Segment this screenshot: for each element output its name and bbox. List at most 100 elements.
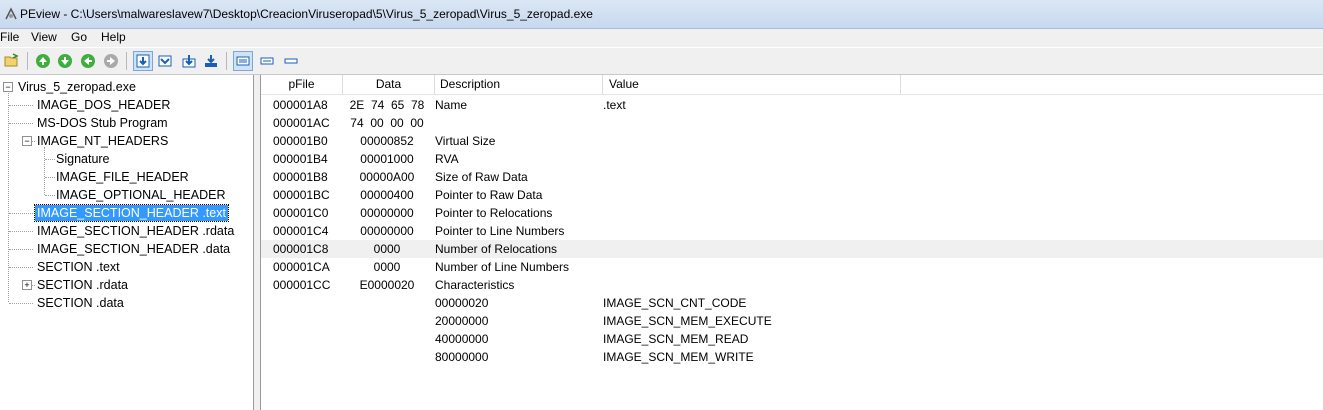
cell-desc: 40000000 (435, 332, 489, 346)
menu-go[interactable]: Go (71, 30, 87, 44)
tree-line (9, 123, 33, 124)
menu-help[interactable]: Help (101, 30, 126, 44)
table-row[interactable]: 00000020 IMAGE_SCN_CNT_CODE (261, 294, 1323, 312)
table-row[interactable]: 000001B8 00000A00 Size of Raw Data (261, 168, 1323, 186)
table-row[interactable]: 000001BC 00000400 Pointer to Raw Data (261, 186, 1323, 204)
table-row[interactable]: 000001C4 00000000 Pointer to Line Numbers (261, 222, 1323, 240)
cell-data: 2E 74 65 78 (349, 98, 425, 112)
tree-item-section-header-rdata[interactable]: IMAGE_SECTION_HEADER .rdata (35, 223, 236, 239)
table-row[interactable]: 40000000 IMAGE_SCN_MEM_READ (261, 330, 1323, 348)
menu-bar: File View Go Help (0, 29, 1323, 47)
column-header-data[interactable]: Data (343, 75, 435, 94)
forward-icon[interactable] (55, 51, 75, 71)
cell-desc: Pointer to Line Numbers (435, 224, 565, 238)
cell-value: IMAGE_SCN_MEM_WRITE (603, 350, 754, 364)
cell-pfile: 000001C0 (273, 206, 329, 220)
detail-list[interactable]: pFile Data Description Value 000001A8 2E … (261, 75, 1323, 410)
title-bar: PEview - C:\Users\malwareslavew7\Desktop… (0, 0, 1323, 29)
tree-item-image-dos-header[interactable]: IMAGE_DOS_HEADER (35, 97, 172, 113)
tree-item-image-optional-header[interactable]: IMAGE_OPTIONAL_HEADER (54, 187, 228, 203)
table-row[interactable]: 000001B4 00001000 RVA (261, 150, 1323, 168)
cell-desc: RVA (435, 152, 459, 166)
toolbar-separator (27, 52, 28, 70)
menu-view[interactable]: View (31, 30, 57, 44)
table-row[interactable]: 80000000 IMAGE_SCN_MEM_WRITE (261, 348, 1323, 366)
cell-desc: Size of Raw Data (435, 170, 528, 184)
tree-item-root-file[interactable]: Virus_5_zeropad.exe (16, 79, 138, 95)
table-row[interactable]: 000001CA 0000 Number of Line Numbers (261, 258, 1323, 276)
cell-value: IMAGE_SCN_MEM_EXECUTE (603, 314, 772, 328)
window-title: PEview - C:\Users\malwareslavew7\Desktop… (20, 7, 593, 21)
cell-data: 0000 (373, 242, 401, 256)
cell-value: .text (603, 98, 626, 112)
cell-desc: 20000000 (435, 314, 489, 328)
cell-pfile: 000001C8 (273, 242, 329, 256)
column-header-value[interactable]: Value (603, 75, 901, 94)
cell-desc: 00000020 (435, 296, 489, 310)
tree-item-ms-dos-stub[interactable]: MS-DOS Stub Program (35, 115, 170, 131)
toolbar-separator (226, 52, 227, 70)
table-row[interactable]: 000001B0 00000852 Virtual Size (261, 132, 1323, 150)
cell-data: E0000020 (359, 278, 415, 292)
header-divider (261, 94, 1323, 95)
tree-item-section-rdata[interactable]: SECTION .rdata (35, 277, 130, 293)
cell-desc: Name (435, 98, 468, 112)
table-row[interactable]: 000001A8 2E 74 65 78 Name .text (261, 96, 1323, 114)
table-row[interactable]: 000001C8 0000 Number of Relocations (261, 240, 1323, 258)
cell-pfile: 000001C4 (273, 224, 329, 238)
pane-splitter[interactable] (254, 75, 261, 410)
next-icon[interactable] (101, 51, 121, 71)
cell-desc: Characteristics (435, 278, 515, 292)
tree-item-image-nt-headers[interactable]: IMAGE_NT_HEADERS (35, 133, 170, 149)
tree-item-signature[interactable]: Signature (54, 151, 112, 167)
cell-pfile: 000001A8 (273, 98, 328, 112)
cell-value: IMAGE_SCN_MEM_READ (603, 332, 749, 346)
view-word-icon[interactable] (179, 51, 199, 71)
table-row[interactable]: 000001CC E0000020 Characteristics (261, 276, 1323, 294)
cell-pfile: 000001BC (273, 188, 330, 202)
collapse-nt-headers-icon[interactable]: − (22, 136, 32, 146)
back-icon[interactable] (33, 51, 53, 71)
tree-line (9, 213, 33, 214)
tree-line (9, 231, 33, 232)
cell-desc: Virtual Size (435, 134, 496, 148)
collapse-root-icon[interactable]: − (3, 82, 13, 92)
cell-pfile: 000001B4 (273, 152, 328, 166)
toolbar (0, 48, 1323, 75)
tree-item-section-header-text[interactable]: IMAGE_SECTION_HEADER .text (34, 204, 229, 222)
cell-data: 00000852 (360, 134, 414, 148)
open-icon[interactable] (2, 51, 22, 71)
peview-app-icon (5, 7, 17, 20)
cell-pfile: 000001B8 (273, 170, 328, 184)
table-row[interactable]: 20000000 IMAGE_SCN_MEM_EXECUTE (261, 312, 1323, 330)
tree-item-section-header-data[interactable]: IMAGE_SECTION_HEADER .data (35, 241, 232, 257)
cell-data: 00001000 (360, 152, 414, 166)
cell-pfile: 000001B0 (273, 134, 328, 148)
column-header-description[interactable]: Description (435, 75, 603, 94)
cell-data: 0000 (373, 260, 401, 274)
view-dword-icon[interactable] (201, 51, 221, 71)
cell-data: 00000000 (360, 206, 414, 220)
table-row[interactable]: 000001C0 00000000 Pointer to Relocations (261, 204, 1323, 222)
tree-line (9, 249, 33, 250)
cell-data: 00000000 (360, 224, 414, 238)
tree-pane[interactable]: − − + Virus_5_zeropad.exe IMAGE_DOS_HEAD… (0, 75, 254, 410)
tree-line (9, 267, 33, 268)
cell-data: 00000400 (360, 188, 414, 202)
cell-data: 00000A00 (359, 170, 415, 184)
format-compact-icon[interactable] (257, 51, 277, 71)
previous-icon[interactable] (78, 51, 98, 71)
cell-desc: Number of Line Numbers (435, 260, 570, 274)
tree-item-image-file-header[interactable]: IMAGE_FILE_HEADER (54, 169, 191, 185)
view-byte-icon[interactable] (155, 51, 175, 71)
format-list-icon[interactable] (233, 51, 253, 71)
view-hex-icon[interactable] (133, 51, 153, 71)
column-header-pfile[interactable]: pFile (261, 75, 343, 94)
tree-item-section-text[interactable]: SECTION .text (35, 259, 122, 275)
table-row[interactable]: 000001AC 74 00 00 00 (261, 114, 1323, 132)
expand-section-rdata-icon[interactable]: + (22, 280, 32, 290)
tree-item-section-data[interactable]: SECTION .data (35, 295, 126, 311)
cell-pfile: 000001CA (273, 260, 330, 274)
menu-file[interactable]: File (0, 30, 19, 44)
format-small-icon[interactable] (281, 51, 301, 71)
